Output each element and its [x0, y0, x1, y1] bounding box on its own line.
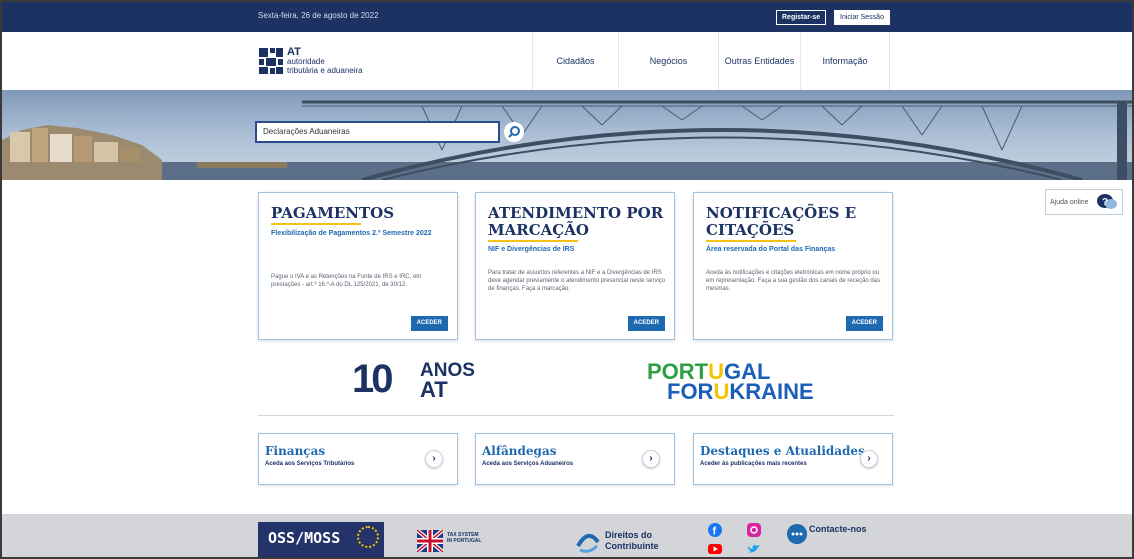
link-destaques[interactable]: Destaques e Atualidades Aceder às public…	[693, 433, 893, 485]
anos-at-word: AT	[420, 377, 448, 402]
portugal-for-ukraine-banner[interactable]: PORTUGAL FORUKRAINE	[647, 359, 837, 405]
10-anos-at-banner[interactable]: 10 ANOS AT	[352, 357, 492, 403]
page: Sexta-feira, 26 de agosto de 2022 Regist…	[0, 0, 1134, 559]
chat-help-icon: ?	[1097, 194, 1117, 209]
current-date: Sexta-feira, 26 de agosto de 2022	[258, 11, 379, 20]
contact-us-link[interactable]: Contacte-nos	[787, 522, 897, 548]
link-subtitle: Aceda aos Serviços Tributários	[265, 461, 355, 467]
bridge-illustration	[2, 100, 1132, 180]
card-text: Aceda às notificações e citações eletrón…	[706, 270, 881, 292]
header: AT autoridade tributária e aduaneira Cid…	[2, 32, 1132, 90]
link-alfandegas[interactable]: Alfândegas Aceda aos Serviços Aduaneiros…	[475, 433, 675, 485]
svg-text:?: ?	[1102, 197, 1108, 208]
logo-text-line2: autoridade	[287, 57, 325, 66]
eu-stars-icon	[357, 526, 379, 548]
card-pagamentos: PAGAMENTOS Flexibilização de Pagamentos …	[258, 192, 458, 340]
link-title: Alfândegas	[482, 444, 557, 458]
svg-text:f: f	[713, 526, 717, 538]
card-title: PAGAMENTOS	[271, 204, 395, 222]
direitos-contribuinte-link[interactable]: Direitos do Contribuinte	[575, 529, 675, 555]
swirl-logo-icon	[576, 534, 600, 553]
aceder-button[interactable]: ACEDER	[627, 316, 665, 331]
twitter-icon[interactable]	[747, 542, 761, 556]
at-logo[interactable]: AT autoridade tributária e aduaneira	[259, 46, 399, 78]
card-title: ATENDIMENTO POR MARCAÇÃO	[488, 204, 664, 239]
nav-cidadaos[interactable]: Cidadãos	[532, 32, 618, 90]
link-title: Destaques e Atualidades	[700, 444, 865, 458]
hero-banner	[2, 90, 1132, 180]
nav-negocios[interactable]: Negócios	[618, 32, 718, 90]
chat-icon	[787, 524, 807, 544]
card-subtitle: Flexibilização de Pagamentos 2.º Semestr…	[271, 230, 432, 237]
footer	[2, 514, 1132, 557]
tax-system-line2: IN PORTUGAL	[447, 538, 482, 544]
link-title: Finanças	[265, 444, 326, 458]
card-text: Para tratar de assuntos referentes a NIF…	[488, 270, 666, 292]
card-subtitle: NIF e Divergências de IRS	[488, 246, 575, 253]
aceder-button[interactable]: ACEDER	[845, 316, 883, 331]
oss-moss-link[interactable]: OSS/MOSS	[258, 522, 384, 557]
oss-label: OSS/MOSS	[268, 529, 341, 547]
link-subtitle: Aceder às publicações mais recentes	[700, 461, 807, 467]
help-online-button[interactable]: Ajuda online ?	[1045, 189, 1123, 215]
link-subtitle: Aceda aos Serviços Aduaneiros	[482, 461, 574, 467]
chevron-right-icon[interactable]: ›	[642, 450, 660, 468]
divider	[258, 415, 894, 416]
search-input[interactable]: Declarações Aduaneiras	[255, 121, 500, 143]
nav-informacao[interactable]: Informação	[800, 32, 890, 90]
ukraine-line2: FORUKRAINE	[667, 379, 814, 404]
register-button[interactable]: Registar-se	[776, 10, 827, 25]
help-label: Ajuda online	[1050, 199, 1089, 206]
anos-number: 10	[352, 357, 393, 401]
card-subtitle: Área reservada do Portal das Finanças	[706, 246, 836, 253]
tax-system-link[interactable]: TAX SYSTEM IN PORTUGAL	[417, 530, 507, 552]
youtube-icon[interactable]	[708, 542, 722, 556]
login-button[interactable]: Iniciar Sessão	[834, 10, 890, 25]
contact-label: Contacte-nos	[809, 524, 867, 534]
chevron-right-icon[interactable]: ›	[860, 450, 878, 468]
instagram-icon[interactable]	[747, 523, 761, 537]
card-text: Pague o IVA e as Retenções na Fonte de I…	[271, 274, 422, 288]
title-underline	[488, 240, 578, 242]
link-financas[interactable]: Finanças Aceda aos Serviços Tributários …	[258, 433, 458, 485]
top-bar: Sexta-feira, 26 de agosto de 2022 Regist…	[2, 2, 1132, 32]
title-underline	[271, 223, 361, 225]
chevron-right-icon[interactable]: ›	[425, 450, 443, 468]
card-atendimento: ATENDIMENTO POR MARCAÇÃO NIF e Divergênc…	[475, 192, 675, 340]
at-logo-mark-icon	[259, 48, 283, 74]
search-icon[interactable]	[504, 122, 524, 142]
card-title: NOTIFICAÇÕES E CITAÇÕES	[706, 204, 857, 239]
facebook-icon[interactable]: f	[708, 523, 722, 537]
card-notificacoes: NOTIFICAÇÕES E CITAÇÕES Área reservada d…	[693, 192, 893, 340]
aceder-button[interactable]: ACEDER	[410, 316, 448, 331]
uk-flag-icon	[417, 530, 443, 552]
rights-line2: Contribuinte	[605, 541, 659, 551]
rights-line1: Direitos do	[605, 530, 653, 540]
nav-outras-entidades[interactable]: Outras Entidades	[718, 32, 800, 90]
logo-text-line3: tributária e aduaneira	[287, 66, 363, 75]
title-underline	[706, 240, 796, 242]
